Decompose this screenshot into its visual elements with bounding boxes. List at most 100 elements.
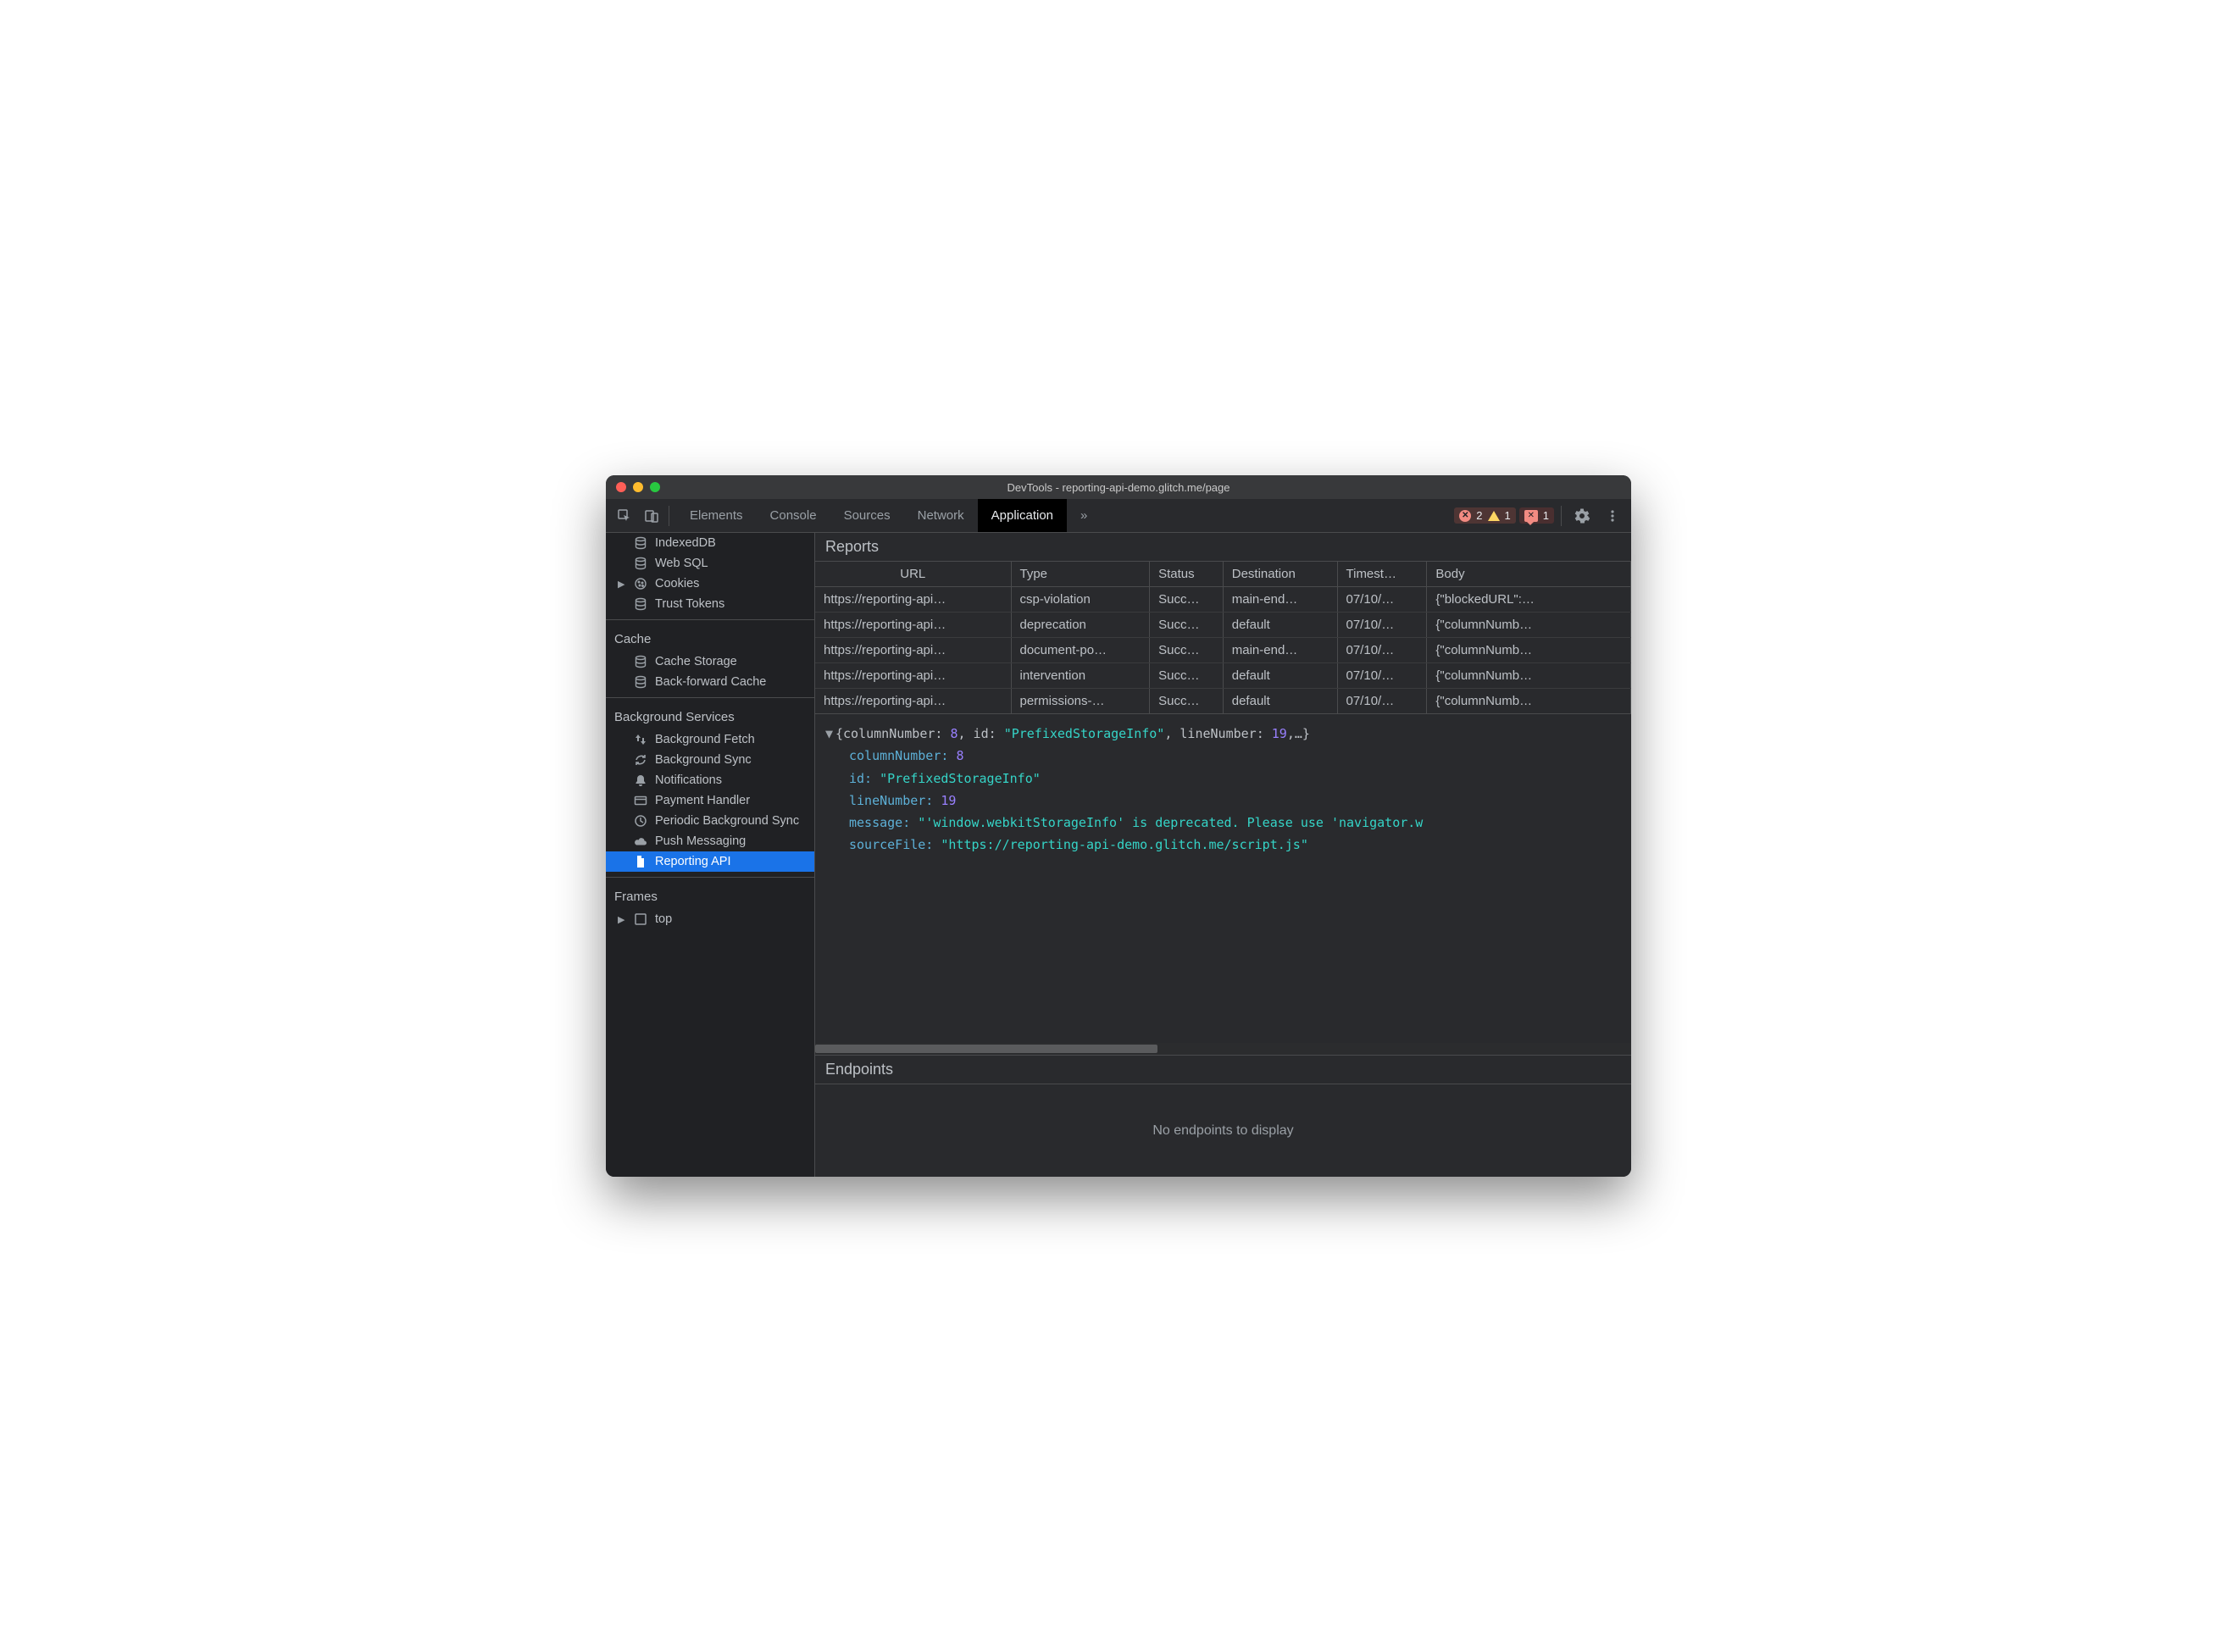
db-icon xyxy=(633,597,648,611)
sidebar-item-label: top xyxy=(655,912,672,926)
column-header[interactable]: Timest… xyxy=(1337,562,1427,587)
reports-table-wrap: URLTypeStatusDestinationTimest…Body http… xyxy=(815,561,1631,714)
expand-caret-icon[interactable]: ▼ xyxy=(825,723,835,745)
inspect-element-icon[interactable] xyxy=(611,502,638,529)
sidebar-item[interactable]: Web SQL xyxy=(606,553,814,574)
clock-icon xyxy=(633,814,648,828)
sidebar-item[interactable]: Reporting API xyxy=(606,851,814,872)
sidebar-item-label: Background Fetch xyxy=(655,733,755,746)
column-header[interactable]: Body xyxy=(1427,562,1631,587)
cell: https://reporting-api… xyxy=(815,663,1011,689)
tab-elements[interactable]: Elements xyxy=(676,499,757,532)
issues-count: 1 xyxy=(1543,509,1549,522)
cell: default xyxy=(1223,663,1337,689)
cell: 07/10/… xyxy=(1337,638,1427,663)
zoom-window-button[interactable] xyxy=(650,482,660,492)
minimize-window-button[interactable] xyxy=(633,482,643,492)
cell: 07/10/… xyxy=(1337,613,1427,638)
endpoints-header: Endpoints xyxy=(815,1055,1631,1084)
tabs-overflow-button[interactable]: » xyxy=(1067,499,1101,532)
sidebar-item[interactable]: Cache Storage xyxy=(606,651,814,672)
separator xyxy=(606,697,814,698)
detail-prop: message: "'window.webkitStorageInfo' is … xyxy=(825,812,1621,834)
db-icon xyxy=(633,557,648,570)
cell: https://reporting-api… xyxy=(815,638,1011,663)
table-row[interactable]: https://reporting-api…interventionSucc…d… xyxy=(815,663,1631,689)
more-icon[interactable] xyxy=(1599,502,1626,529)
issues-badge[interactable]: ✕ 1 xyxy=(1519,507,1554,524)
horizontal-scrollbar[interactable] xyxy=(815,1043,1631,1055)
table-row[interactable]: https://reporting-api…deprecationSucc…de… xyxy=(815,613,1631,638)
cell: {"columnNumb… xyxy=(1427,663,1631,689)
window-title: DevTools - reporting-api-demo.glitch.me/… xyxy=(606,481,1631,494)
cell: Succ… xyxy=(1150,638,1224,663)
sidebar-item-label: Web SQL xyxy=(655,557,708,570)
devtools-toolbar: Elements Console Sources Network Applica… xyxy=(606,499,1631,533)
sidebar-item-label: Push Messaging xyxy=(655,834,746,848)
sidebar-item[interactable]: Back-forward Cache xyxy=(606,672,814,692)
cloud-icon xyxy=(633,834,648,848)
sidebar-item[interactable]: Periodic Background Sync xyxy=(606,811,814,831)
cell: 07/10/… xyxy=(1337,663,1427,689)
tab-network[interactable]: Network xyxy=(904,499,978,532)
column-header[interactable]: Destination xyxy=(1223,562,1337,587)
frame-icon xyxy=(633,912,648,926)
close-window-button[interactable] xyxy=(616,482,626,492)
sidebar-item[interactable]: ▶Cookies xyxy=(606,574,814,594)
expand-arrow-icon[interactable]: ▶ xyxy=(618,579,626,590)
table-row[interactable]: https://reporting-api…document-po…Succ…m… xyxy=(815,638,1631,663)
cell: Succ… xyxy=(1150,689,1224,714)
sidebar-group-title: Background Services xyxy=(606,703,814,729)
sidebar-item[interactable]: ▶ top xyxy=(606,909,814,929)
application-sidebar[interactable]: IndexedDB Web SQL ▶Cookies Trust Tokens Cac… xyxy=(606,533,814,1177)
warning-icon xyxy=(1488,511,1500,521)
detail-prop: sourceFile: "https://reporting-api-demo.… xyxy=(825,834,1621,856)
main-panel: Reports URLTypeStatusDestinationTimest…B… xyxy=(814,533,1631,1177)
column-header[interactable]: Type xyxy=(1011,562,1150,587)
sidebar-item[interactable]: IndexedDB xyxy=(606,533,814,553)
cell: main-end… xyxy=(1223,587,1337,613)
sidebar-item-label: Periodic Background Sync xyxy=(655,814,799,828)
cell: {"columnNumb… xyxy=(1427,638,1631,663)
cell: https://reporting-api… xyxy=(815,613,1011,638)
sidebar-item-label: Payment Handler xyxy=(655,794,750,807)
scrollbar-thumb[interactable] xyxy=(815,1045,1157,1053)
bell-icon xyxy=(633,773,648,787)
warnings-count: 1 xyxy=(1505,509,1511,522)
reports-table: URLTypeStatusDestinationTimest…Body http… xyxy=(815,562,1631,713)
sidebar-item[interactable]: Background Sync xyxy=(606,750,814,770)
sidebar-item[interactable]: Notifications xyxy=(606,770,814,790)
sidebar-item[interactable]: Push Messaging xyxy=(606,831,814,851)
sidebar-item[interactable]: Background Fetch xyxy=(606,729,814,750)
sidebar-item[interactable]: Payment Handler xyxy=(606,790,814,811)
column-header[interactable]: URL xyxy=(815,562,1011,587)
reports-header: Reports xyxy=(815,533,1631,561)
tab-sources[interactable]: Sources xyxy=(830,499,904,532)
cell: https://reporting-api… xyxy=(815,689,1011,714)
console-status-badge[interactable]: ✕ 2 1 xyxy=(1454,507,1515,524)
expand-arrow-icon[interactable]: ▶ xyxy=(618,914,626,925)
column-header[interactable]: Status xyxy=(1150,562,1224,587)
cell: 07/10/… xyxy=(1337,587,1427,613)
panel-tabs: Elements Console Sources Network Applica… xyxy=(676,499,1101,532)
cell: permissions-… xyxy=(1011,689,1150,714)
cell: document-po… xyxy=(1011,638,1150,663)
cell: default xyxy=(1223,613,1337,638)
tab-console[interactable]: Console xyxy=(757,499,830,532)
table-row[interactable]: https://reporting-api…permissions-…Succ…… xyxy=(815,689,1631,714)
sidebar-item-label: Trust Tokens xyxy=(655,597,724,611)
table-row[interactable]: https://reporting-api…csp-violationSucc…… xyxy=(815,587,1631,613)
sidebar-group-title: Cache xyxy=(606,625,814,651)
db-icon xyxy=(633,655,648,668)
separator xyxy=(606,619,814,620)
settings-icon[interactable] xyxy=(1568,502,1596,529)
detail-prop: id: "PrefixedStorageInfo" xyxy=(825,768,1621,790)
detail-summary[interactable]: ▼{columnNumber: 8, id: "PrefixedStorageI… xyxy=(825,723,1621,745)
tab-application[interactable]: Application xyxy=(978,499,1067,532)
report-detail-view[interactable]: ▼{columnNumber: 8, id: "PrefixedStorageI… xyxy=(815,714,1631,1043)
sidebar-item[interactable]: Trust Tokens xyxy=(606,594,814,614)
file-icon xyxy=(633,855,648,868)
errors-count: 2 xyxy=(1476,509,1482,522)
sync-icon xyxy=(633,753,648,767)
device-toolbar-icon[interactable] xyxy=(638,502,665,529)
